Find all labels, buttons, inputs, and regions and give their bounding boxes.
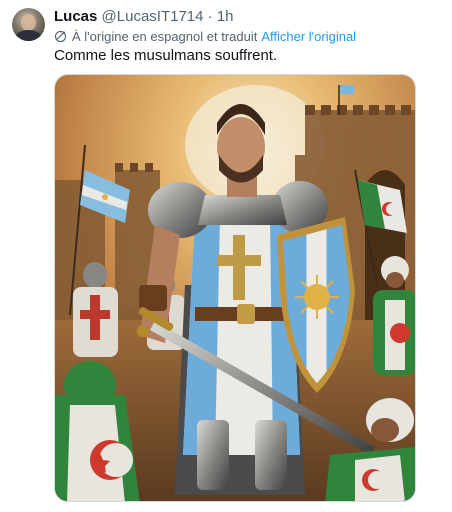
tweet-time[interactable]: 1h	[217, 8, 234, 25]
tweet-image[interactable]	[54, 74, 416, 502]
translation-notice: À l'origine en espagnol et traduit Affic…	[54, 29, 356, 44]
tweet-header: Lucas @LucasIT1714 · 1h	[54, 8, 234, 25]
avatar-face	[21, 14, 36, 31]
author-avatar[interactable]	[12, 8, 45, 41]
author-handle[interactable]: @LucasIT1714	[102, 8, 204, 25]
avatar-shoulders	[15, 30, 42, 41]
tweet-text: Comme les musulmans souffrent.	[54, 47, 278, 64]
author-name[interactable]: Lucas	[54, 8, 97, 25]
header-separator: ·	[207, 8, 213, 25]
crusader-illustration	[55, 75, 415, 501]
translation-note: À l'origine en espagnol et traduit	[72, 29, 258, 44]
show-original-link[interactable]: Afficher l'original	[261, 29, 356, 44]
globe-translate-icon	[54, 30, 67, 43]
